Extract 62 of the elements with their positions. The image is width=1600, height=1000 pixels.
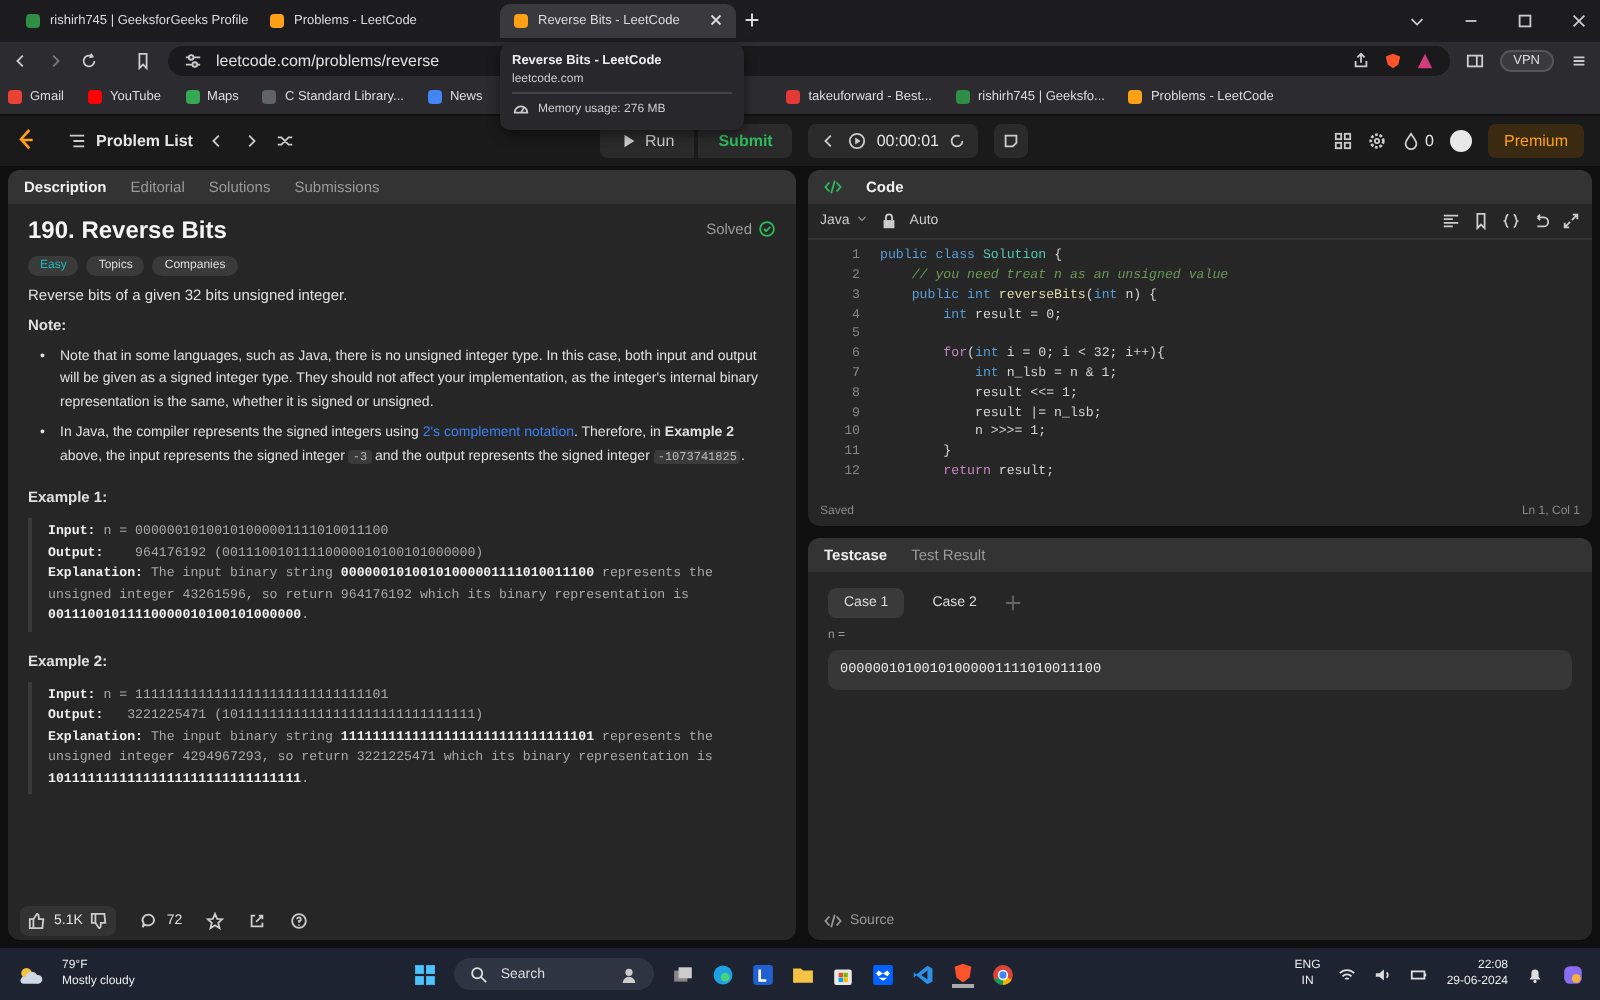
lock-icon [879, 211, 898, 230]
code-icon [824, 912, 842, 931]
close-icon[interactable] [1570, 11, 1588, 30]
avatar[interactable] [1450, 129, 1472, 152]
thumbs-down-icon[interactable] [90, 911, 109, 930]
chrome-icon[interactable] [992, 963, 1015, 986]
thumbs-up-icon [28, 911, 46, 930]
edge-icon[interactable] [712, 963, 735, 986]
check-circle-icon [758, 220, 776, 239]
logo-icon[interactable] [16, 128, 36, 153]
shuffle-icon[interactable] [276, 131, 295, 150]
reset-icon[interactable] [948, 131, 967, 150]
submit-button[interactable]: Submit [698, 123, 793, 158]
app-icon[interactable] [752, 963, 775, 986]
wifi-icon[interactable] [1338, 965, 1357, 984]
task-view-icon[interactable] [672, 963, 695, 986]
note-icon[interactable] [994, 123, 1029, 158]
share-icon[interactable] [1351, 51, 1370, 70]
site-settings-icon[interactable] [184, 51, 202, 70]
dropbox-icon[interactable] [872, 963, 895, 986]
speaker-icon[interactable] [1374, 965, 1393, 984]
problem-list-link[interactable]: Problem List [68, 131, 193, 150]
add-icon[interactable] [1004, 593, 1023, 612]
copilot-icon[interactable] [1562, 963, 1585, 986]
comment-icon [140, 911, 159, 930]
expand-icon[interactable] [1562, 211, 1580, 230]
star-icon[interactable] [206, 911, 225, 930]
help-icon[interactable] [290, 911, 309, 930]
settings-icon[interactable] [1367, 131, 1386, 150]
start-icon[interactable] [414, 963, 437, 986]
share-icon[interactable] [248, 911, 267, 930]
premium-button[interactable]: Premium [1488, 123, 1585, 158]
flame-icon [1401, 131, 1420, 150]
problem-title: 190. Reverse Bits [28, 215, 227, 244]
streak-counter[interactable]: 0 [1401, 131, 1434, 150]
braces-icon[interactable] [1502, 211, 1520, 230]
undo-icon[interactable] [1532, 211, 1550, 230]
bookmark-icon[interactable] [134, 51, 152, 70]
figure-icon [620, 965, 639, 984]
code-icon [824, 177, 842, 196]
reload-icon[interactable] [80, 51, 98, 70]
sidebar-icon[interactable] [1465, 51, 1484, 70]
close-icon[interactable] [710, 14, 722, 27]
shield-icon[interactable] [1383, 51, 1402, 70]
menu-icon[interactable] [1570, 51, 1588, 70]
chevron-down-icon [855, 212, 868, 225]
triangle-icon[interactable] [1415, 51, 1434, 70]
folder-icon[interactable] [792, 963, 815, 986]
search-icon [470, 965, 489, 984]
gauge-icon [512, 100, 530, 118]
format-icon[interactable] [1442, 211, 1460, 230]
battery-icon[interactable] [1410, 965, 1429, 984]
bell-icon[interactable] [1526, 965, 1545, 984]
list-icon [68, 131, 86, 150]
maximize-icon[interactable] [1516, 11, 1534, 30]
play-icon[interactable] [848, 131, 867, 150]
bookmark-icon[interactable] [1472, 211, 1490, 230]
new-tab-icon[interactable] [744, 12, 760, 29]
timer[interactable]: 00:00:01 [808, 123, 979, 158]
grid-icon[interactable] [1333, 131, 1352, 150]
code-editor-icon[interactable] [912, 963, 935, 986]
cloud-icon[interactable] [16, 963, 44, 986]
